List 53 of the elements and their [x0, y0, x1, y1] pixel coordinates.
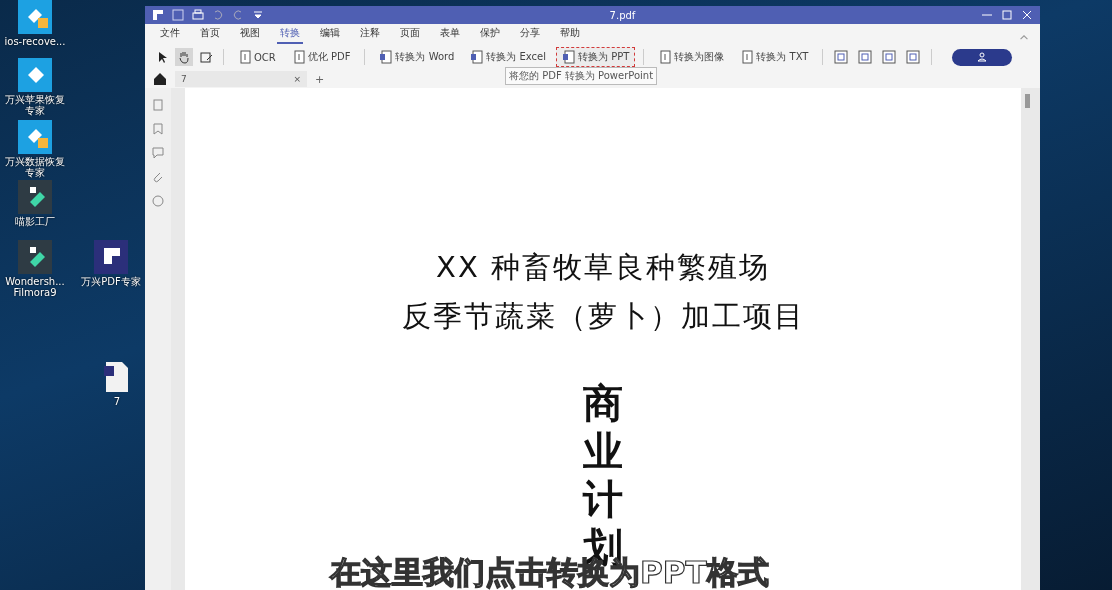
desktop-icon-label[interactable]: Wondersh... Filmora9 — [4, 276, 66, 298]
add-tab-button[interactable]: + — [315, 72, 325, 86]
convert-button[interactable]: OCR — [232, 47, 282, 67]
hand-tool-button[interactable] — [175, 48, 193, 66]
menu-tab[interactable]: 转换 — [277, 24, 303, 44]
menu-tab[interactable]: 帮助 — [557, 24, 583, 44]
menu-tab[interactable]: 首页 — [197, 24, 223, 44]
user-icon — [977, 52, 987, 62]
menu-tab[interactable]: 表单 — [437, 24, 463, 44]
convert-button[interactable]: 转换为 PPT — [556, 47, 636, 67]
save-icon — [171, 8, 185, 22]
tab-close[interactable]: × — [293, 74, 301, 84]
bookmark-icon — [151, 122, 165, 136]
menu-tab[interactable]: 保护 — [477, 24, 503, 44]
pages-icon — [151, 98, 165, 112]
hand-icon — [177, 50, 191, 64]
convert-button[interactable]: 转换为图像 — [652, 47, 731, 67]
print-icon — [191, 8, 205, 22]
desktop-icon-label[interactable]: 万兴PDF专家 — [81, 276, 141, 287]
menu-tab[interactable]: 视图 — [237, 24, 263, 44]
desktop-icon-label[interactable]: 7 — [113, 396, 121, 407]
scrollbar-thumb[interactable] — [1025, 94, 1030, 108]
convert-button[interactable]: 转换为 Excel — [464, 47, 553, 67]
app-logo-icon — [151, 8, 165, 22]
document-title: XX 种畜牧草良种繁殖场 — [436, 249, 770, 286]
menu-tab[interactable]: 注释 — [357, 24, 383, 44]
desktop-icon-label[interactable]: 喵影工厂 — [15, 216, 55, 227]
attachment-icon — [151, 170, 165, 184]
convert-button[interactable]: 转换为 TXT — [734, 47, 815, 67]
convert-button[interactable]: 优化 PDF — [285, 47, 357, 67]
close-icon — [1020, 8, 1034, 22]
menu-tab[interactable]: 编辑 — [317, 24, 343, 44]
window-title: 7.pdf — [608, 9, 637, 21]
collapse-icon — [1020, 34, 1028, 40]
menu-tab[interactable]: 页面 — [397, 24, 423, 44]
circle-icon — [151, 194, 165, 208]
edit-icon — [199, 50, 213, 64]
menu-tab[interactable]: 文件 — [157, 24, 183, 44]
app-icon[interactable] — [18, 180, 52, 214]
maximize-icon — [1000, 8, 1014, 22]
desktop-icon-label[interactable]: 万兴数据恢复专家 — [4, 156, 66, 178]
desktop-icon-label[interactable]: 万兴苹果恢复专家 — [4, 94, 66, 116]
menu-tab[interactable]: 分享 — [517, 24, 543, 44]
account-button[interactable] — [952, 48, 1012, 66]
tooltip: 将您的 PDF 转换为 PowerPoint — [505, 67, 658, 85]
document-title: 反季节蔬菜（萝卜）加工项目 — [401, 298, 805, 335]
home-icon — [153, 72, 167, 86]
comment-icon — [151, 146, 165, 160]
desktop-icon-label[interactable]: ios-recove... — [4, 36, 66, 47]
app-icon[interactable] — [94, 240, 128, 274]
document-tab[interactable]: 7 × — [175, 71, 307, 87]
convert-button[interactable]: 转换为 Word — [373, 47, 461, 67]
app-icon[interactable] — [18, 240, 52, 274]
